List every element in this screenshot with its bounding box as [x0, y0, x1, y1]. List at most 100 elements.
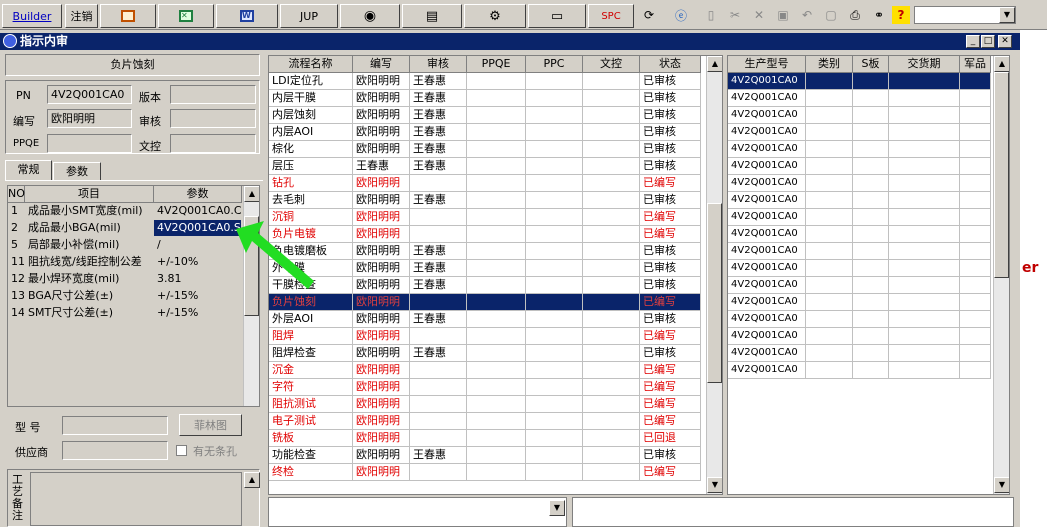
flow-row[interactable]: 外层AOI 欧阳明明 王春惠 已审核 [269, 311, 701, 328]
flow-row[interactable]: 外干膜欧阳明明王春惠已审核 [269, 260, 701, 277]
param-row[interactable]: 2 成品最小BGA(mil) 4V2Q001CA0.SS [8, 220, 242, 237]
product-scrollbar[interactable]: ▲ ▼ [993, 56, 1009, 494]
product-row[interactable]: 4V2Q001CA0 [728, 345, 991, 362]
param-row[interactable]: 1 成品最小SMT宽度(mil) 4V2Q001CA0.CS [8, 203, 242, 220]
model-field[interactable] [62, 416, 168, 435]
save-icon[interactable]: ▣ [774, 6, 792, 24]
new-file-icon[interactable]: ▯ [702, 6, 720, 24]
computer-button[interactable]: ▭ [528, 4, 586, 28]
product-scroll-thumb[interactable] [994, 72, 1009, 278]
flow-header-3[interactable]: PPQE [467, 56, 526, 73]
noline-checkbox[interactable] [176, 445, 187, 456]
product-header-2[interactable]: S板 [853, 56, 889, 73]
flow-scroll-thumb[interactable] [707, 203, 722, 383]
flow-header-6[interactable]: 状态 [640, 56, 701, 73]
product-row[interactable]: 4V2Q001CA0 [728, 73, 991, 90]
flow-row[interactable]: 负片电镀 欧阳明明 已编写 [269, 226, 701, 243]
product-row[interactable]: 4V2Q001CA0 [728, 192, 991, 209]
preview-icon[interactable]: ▢ [822, 6, 840, 24]
flow-row[interactable]: 沉金 欧阳明明 已编写 [269, 362, 701, 379]
product-header-1[interactable]: 类别 [806, 56, 853, 73]
remark-scroll-up-icon[interactable]: ▲ [244, 472, 260, 488]
flow-row[interactable]: 功能检查 欧阳明明 王春惠 已审核 [269, 447, 701, 464]
flow-row[interactable]: 内层AOI 欧阳明明 王春惠 已审核 [269, 124, 701, 141]
film-button[interactable]: 菲林图 [179, 414, 242, 436]
flow-header-4[interactable]: PPC [526, 56, 583, 73]
param-header-no[interactable]: NO [8, 186, 25, 203]
product-row[interactable]: 4V2Q001CA0 [728, 311, 991, 328]
flow-row[interactable]: 负片蚀刻 欧阳明明 已编写 [269, 294, 701, 311]
database-button[interactable]: ▤ [402, 4, 462, 28]
flow-row[interactable]: 负电镀磨板 欧阳明明 王春惠 已审核 [269, 243, 701, 260]
flow-row[interactable]: 内层蚀刻 欧阳明明 王春惠 已审核 [269, 107, 701, 124]
param-row[interactable]: 12 最小焊环宽度(mil) 3.81 [8, 271, 242, 288]
param-row[interactable]: 13 BGA尺寸公差(±) +/-15% [8, 288, 242, 305]
flow-row[interactable]: 字符 欧阳明明 已编写 [269, 379, 701, 396]
product-row[interactable]: 4V2Q001CA0 [728, 158, 991, 175]
flow-header-0[interactable]: 流程名称 [269, 56, 353, 73]
restore-button[interactable]: □ [981, 35, 995, 48]
pn-field[interactable]: 4V2Q001CA0 [47, 85, 132, 104]
undo-icon[interactable]: ↶ [798, 6, 816, 24]
product-row[interactable]: 4V2Q001CA0 [728, 243, 991, 260]
flow-row[interactable]: 去毛刺 欧阳明明 王春惠 已审核 [269, 192, 701, 209]
bottom-text-field[interactable] [572, 497, 1014, 527]
flow-header-1[interactable]: 编写 [353, 56, 410, 73]
param-value[interactable]: +/-15% [154, 305, 242, 322]
product-row[interactable]: 4V2Q001CA0 [728, 294, 991, 311]
flow-row[interactable]: LDI定位孔 欧阳明明 王春惠 已审核 [269, 73, 701, 90]
flow-header-5[interactable]: 文控 [583, 56, 640, 73]
param-value[interactable]: / [154, 237, 242, 254]
bottom-chevron-down-icon[interactable]: ▼ [549, 500, 565, 516]
excel-button[interactable]: ✕ [158, 4, 214, 28]
tab-general[interactable]: 常规 [5, 160, 52, 181]
flow-row[interactable]: 阻焊检查 欧阳明明 王春惠 已审核 [269, 345, 701, 362]
scroll-up-icon[interactable]: ▲ [244, 186, 259, 202]
flow-row[interactable]: 棕化 欧阳明明 王春惠 已审核 [269, 141, 701, 158]
flow-row[interactable]: 钻孔 欧阳明明 已编写 [269, 175, 701, 192]
close-button[interactable]: ✕ [998, 35, 1012, 48]
logout-button[interactable]: 注销 [65, 4, 98, 28]
ie-icon[interactable]: ⓔ [672, 6, 690, 24]
product-row[interactable]: 4V2Q001CA0 [728, 277, 991, 294]
ppqe-field[interactable] [47, 134, 132, 153]
builder-button[interactable]: Builder [2, 4, 62, 28]
tab-params[interactable]: 参数 [53, 162, 101, 181]
flow-row[interactable]: 铣板 欧阳明明 已回退 [269, 430, 701, 447]
network-button[interactable]: ⚙ [464, 4, 526, 28]
bottom-select[interactable]: ▼ [268, 497, 567, 527]
product-row[interactable]: 4V2Q001CA0 [728, 124, 991, 141]
product-scroll-down-icon[interactable]: ▼ [994, 477, 1009, 493]
param-value[interactable]: +/-10% [154, 254, 242, 271]
flow-row[interactable]: 沉铜 欧阳明明 已编写 [269, 209, 701, 226]
writer-field[interactable]: 欧阳明明 [47, 109, 132, 128]
flow-row[interactable]: 内层干膜 欧阳明明 王春惠 已审核 [269, 90, 701, 107]
print-icon[interactable]: ⎙ [846, 6, 864, 24]
jup-button[interactable]: JUP [280, 4, 338, 28]
product-row[interactable]: 4V2Q001CA0 [728, 260, 991, 277]
refresh-icon[interactable]: ⟳ [640, 6, 658, 24]
product-row[interactable]: 4V2Q001CA0 [728, 107, 991, 124]
spc-button[interactable]: SPC [588, 4, 634, 28]
toolbar-select[interactable]: ▼ [914, 6, 1016, 24]
remark-field[interactable] [30, 472, 242, 526]
product-row[interactable]: 4V2Q001CA0 [728, 175, 991, 192]
product-row[interactable]: 4V2Q001CA0 [728, 226, 991, 243]
flow-scrollbar[interactable]: ▲ ▼ [706, 56, 722, 494]
param-row[interactable]: 11 阻抗线宽/线距控制公差 +/-10% [8, 254, 242, 271]
product-row[interactable]: 4V2Q001CA0 [728, 328, 991, 345]
help-icon[interactable]: ? [892, 6, 910, 24]
product-header-4[interactable]: 军品 [960, 56, 991, 73]
param-header-value[interactable]: 参数 [154, 186, 242, 203]
flow-row[interactable]: 电子测试 欧阳明明 已编写 [269, 413, 701, 430]
product-header-3[interactable]: 交货期 [889, 56, 960, 73]
doc-field[interactable] [170, 134, 256, 153]
flow-row[interactable]: 阻焊 欧阳明明 已编写 [269, 328, 701, 345]
param-value[interactable]: 4V2Q001CA0.SS [154, 220, 242, 237]
flow-header-2[interactable]: 审核 [410, 56, 467, 73]
param-value[interactable]: 4V2Q001CA0.CS [154, 203, 242, 220]
word-button[interactable]: W [216, 4, 278, 28]
minimize-button[interactable]: _ [966, 35, 980, 48]
product-row[interactable]: 4V2Q001CA0 [728, 362, 991, 379]
supplier-field[interactable] [62, 441, 168, 460]
